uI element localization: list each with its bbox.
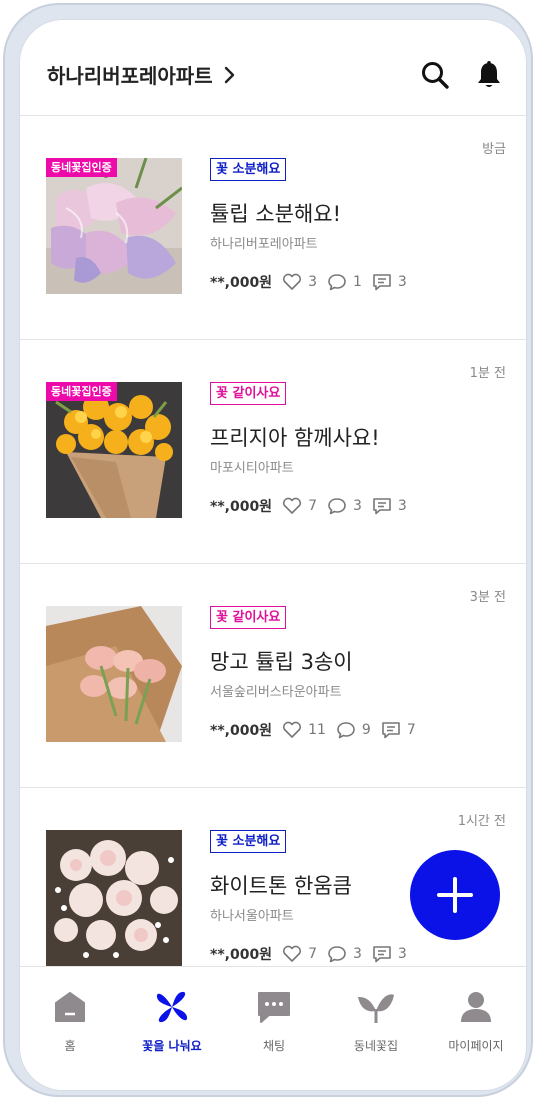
post-item[interactable]: 3분 전 꽃 같이사요 망고 튤립 3송이 서울숲리버스타운아파트 **,000… xyxy=(20,564,526,788)
heart-icon xyxy=(283,721,302,738)
heart-icon xyxy=(283,273,302,290)
likes-stat: 7 xyxy=(282,945,317,963)
flower-icon xyxy=(156,991,188,1023)
comments-count: 1 xyxy=(353,274,362,290)
chats-stat: 3 xyxy=(372,945,407,963)
app-screen: 하나리버포레아파트 방금 동네꽃집인증 꽃 소분해요 튤립 소분해요! 하나리버… xyxy=(19,19,527,1091)
post-title: 화이트톤 한움큼 xyxy=(210,874,352,898)
chats-count: 3 xyxy=(397,274,407,290)
comment-icon xyxy=(337,722,355,739)
category-tag: 꽃 같이사요 xyxy=(210,606,287,629)
likes-stat: 11 xyxy=(282,721,326,739)
chevron-right-icon xyxy=(223,65,237,85)
post-location: 마포시티아파트 xyxy=(210,461,294,476)
likes-count: 7 xyxy=(308,946,317,962)
post-meta: **,000원 3 1 3 xyxy=(210,272,417,292)
comments-stat: 1 xyxy=(327,273,362,291)
plus-icon xyxy=(437,877,473,913)
post-title: 망고 튤립 3송이 xyxy=(210,650,353,674)
heart-icon xyxy=(283,497,302,514)
comment-icon xyxy=(328,946,346,963)
comments-stat: 3 xyxy=(327,945,362,963)
chats-stat: 3 xyxy=(372,497,407,515)
apartment-name: 하나리버포레아파트 xyxy=(47,64,213,88)
home-icon xyxy=(55,992,85,1022)
post-price: **,000원 xyxy=(210,275,273,291)
chats-count: 7 xyxy=(406,722,416,738)
post-thumbnail: 동네꽃집인증 xyxy=(46,158,182,294)
message-icon xyxy=(373,498,391,515)
post-thumbnail: 동네꽃집인증 xyxy=(46,382,182,518)
post-location: 하나리버포레아파트 xyxy=(210,237,318,252)
post-thumbnail xyxy=(46,606,182,742)
message-icon xyxy=(373,274,391,291)
comments-stat: 9 xyxy=(336,721,371,739)
person-icon xyxy=(461,992,491,1022)
post-price: **,000원 xyxy=(210,723,273,739)
nav-mypage[interactable]: 마이페이지 xyxy=(426,987,526,1054)
nav-home[interactable]: 홈 xyxy=(20,987,120,1054)
post-price: **,000원 xyxy=(210,499,273,515)
chats-count: 3 xyxy=(397,498,407,514)
chats-stat: 3 xyxy=(372,273,407,291)
nav-label: 홈 xyxy=(64,1039,76,1053)
chats-count: 3 xyxy=(397,946,407,962)
category-tag: 꽃 소분해요 xyxy=(210,158,287,181)
post-meta: **,000원 11 9 7 xyxy=(210,720,426,740)
nav-label: 채팅 xyxy=(262,1039,286,1053)
post-item[interactable]: 1분 전 동네꽃집인증 꽃 같이사요 프리지아 함께사요! 마포시티아파트 **… xyxy=(20,340,526,564)
bell-icon[interactable] xyxy=(474,60,504,90)
bottom-nav: 홈 꽃을 나눠요 채팅 동네꽃집 마이페이지 xyxy=(20,966,526,1090)
apartment-selector[interactable]: 하나리버포레아파트 xyxy=(47,60,237,89)
post-price: **,000원 xyxy=(210,947,273,963)
add-post-button[interactable] xyxy=(410,850,500,940)
post-meta: **,000원 7 3 3 xyxy=(210,496,417,516)
comments-count: 3 xyxy=(353,946,362,962)
nav-label: 마이페이지 xyxy=(448,1039,504,1053)
chat-icon xyxy=(258,992,290,1023)
post-title: 프리지아 함께사요! xyxy=(210,426,380,450)
search-icon[interactable] xyxy=(420,60,450,90)
likes-count: 11 xyxy=(308,722,326,738)
likes-count: 7 xyxy=(308,498,317,514)
chats-stat: 7 xyxy=(381,721,416,739)
nav-local-florist[interactable]: 동네꽃집 xyxy=(326,987,426,1054)
category-tag: 꽃 같이사요 xyxy=(210,382,287,405)
certified-badge: 동네꽃집인증 xyxy=(46,382,117,401)
phone-frame: 하나리버포레아파트 방금 동네꽃집인증 꽃 소분해요 튤립 소분해요! 하나리버… xyxy=(3,3,533,1097)
post-location: 하나서울아파트 xyxy=(210,909,294,924)
top-header: 하나리버포레아파트 xyxy=(20,20,526,116)
likes-count: 3 xyxy=(308,274,317,290)
comments-count: 3 xyxy=(353,498,362,514)
post-time: 방금 xyxy=(482,142,506,157)
message-icon xyxy=(382,722,400,739)
post-meta: **,000원 7 3 3 xyxy=(210,944,417,964)
post-location: 서울숲리버스타운아파트 xyxy=(210,685,342,700)
nav-label: 동네꽃집 xyxy=(353,1039,399,1053)
post-time: 3분 전 xyxy=(469,590,506,605)
comment-icon xyxy=(328,274,346,291)
post-thumbnail xyxy=(46,830,182,966)
likes-stat: 7 xyxy=(282,497,317,515)
comments-count: 9 xyxy=(361,722,371,738)
comment-icon xyxy=(328,498,346,515)
message-icon xyxy=(373,946,391,963)
nav-flower-share[interactable]: 꽃을 나눠요 xyxy=(122,987,222,1054)
post-time: 1분 전 xyxy=(469,366,506,381)
heart-icon xyxy=(283,945,302,962)
nav-chat[interactable]: 채팅 xyxy=(224,987,324,1054)
nav-label: 꽃을 나눠요 xyxy=(142,1039,202,1053)
post-item[interactable]: 방금 동네꽃집인증 꽃 소분해요 튤립 소분해요! 하나리버포레아파트 **,0… xyxy=(20,116,526,340)
post-title: 튤립 소분해요! xyxy=(210,202,342,226)
comments-stat: 3 xyxy=(327,497,362,515)
likes-stat: 3 xyxy=(282,273,317,291)
sprout-icon xyxy=(358,994,394,1023)
certified-badge: 동네꽃집인증 xyxy=(46,158,117,177)
post-time: 1시간 전 xyxy=(457,814,506,829)
category-tag: 꽃 소분해요 xyxy=(210,830,287,853)
